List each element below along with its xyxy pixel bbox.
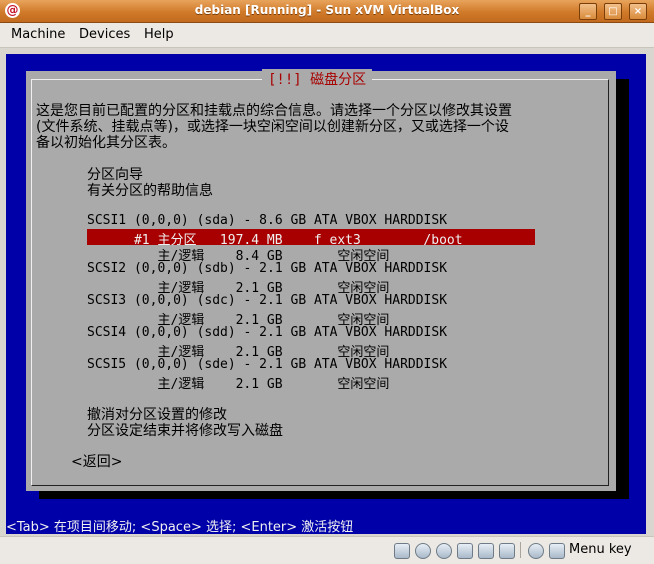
dialog-title: [!!] 磁盘分区	[262, 69, 373, 89]
hard-disk-icon[interactable]	[394, 543, 410, 559]
disk-header-sda[interactable]: SCSI1 (0,0,0) (sda) - 8.6 GB ATA VBOX HA…	[87, 213, 447, 228]
shared-folders-icon[interactable]	[499, 543, 515, 559]
window-titlebar[interactable]: @ debian [Running] - Sun xVM VirtualBox …	[0, 0, 654, 23]
menu-help[interactable]: Help	[144, 27, 174, 42]
partition-help-item[interactable]: 有关分区的帮助信息	[87, 180, 213, 200]
disk-header-sde[interactable]: SCSI5 (0,0,0) (sde) - 2.1 GB ATA VBOX HA…	[87, 357, 447, 372]
mouse-integration-icon[interactable]	[528, 543, 544, 559]
cd-dvd-icon[interactable]	[415, 543, 431, 559]
status-bar: Menu key	[0, 536, 654, 564]
disk-header-sdd[interactable]: SCSI4 (0,0,0) (sdd) - 2.1 GB ATA VBOX HA…	[87, 325, 447, 340]
keyboard-capture-icon[interactable]	[549, 543, 565, 559]
back-button[interactable]: <返回>	[71, 451, 122, 471]
partition-dialog: [!!] 磁盘分区 这是您目前已配置的分区和挂载点的综合信息。请选择一个分区以修…	[26, 69, 616, 491]
host-key-label: Menu key	[569, 542, 632, 557]
finish-partitioning-item[interactable]: 分区设定结束并将修改写入磁盘	[87, 420, 283, 440]
minimize-button[interactable]: _	[579, 3, 597, 20]
menu-machine[interactable]: Machine	[11, 27, 65, 42]
window-title: debian [Running] - Sun xVM VirtualBox	[194, 3, 460, 17]
vm-screen[interactable]: [!!] 磁盘分区 这是您目前已配置的分区和挂载点的综合信息。请选择一个分区以修…	[6, 54, 646, 534]
disk-header-sdb[interactable]: SCSI2 (0,0,0) (sdb) - 2.1 GB ATA VBOX HA…	[87, 261, 447, 276]
menu-bar: Machine Devices Help	[0, 23, 654, 48]
partition-row-selected[interactable]: #1 主分区 197.4 MB f ext3 /boot	[87, 229, 535, 248]
intro-line-3: 备以初始化其分区表。	[36, 135, 176, 151]
maximize-button[interactable]: □	[604, 3, 622, 20]
menu-devices[interactable]: Devices	[79, 27, 130, 42]
status-separator	[520, 542, 521, 558]
free-space-row[interactable]: 主/逻辑 2.1 GB 空闲空间	[87, 373, 389, 392]
keyboard-help-line: <Tab> 在项目间移动; <Space> 选择; <Enter> 激活按钮	[6, 516, 646, 534]
disk-header-sdc[interactable]: SCSI3 (0,0,0) (sdc) - 2.1 GB ATA VBOX HA…	[87, 293, 447, 308]
usb-icon[interactable]	[478, 543, 494, 559]
network-icon[interactable]	[457, 543, 473, 559]
close-button[interactable]: ×	[629, 3, 647, 20]
floppy-icon[interactable]	[436, 543, 452, 559]
